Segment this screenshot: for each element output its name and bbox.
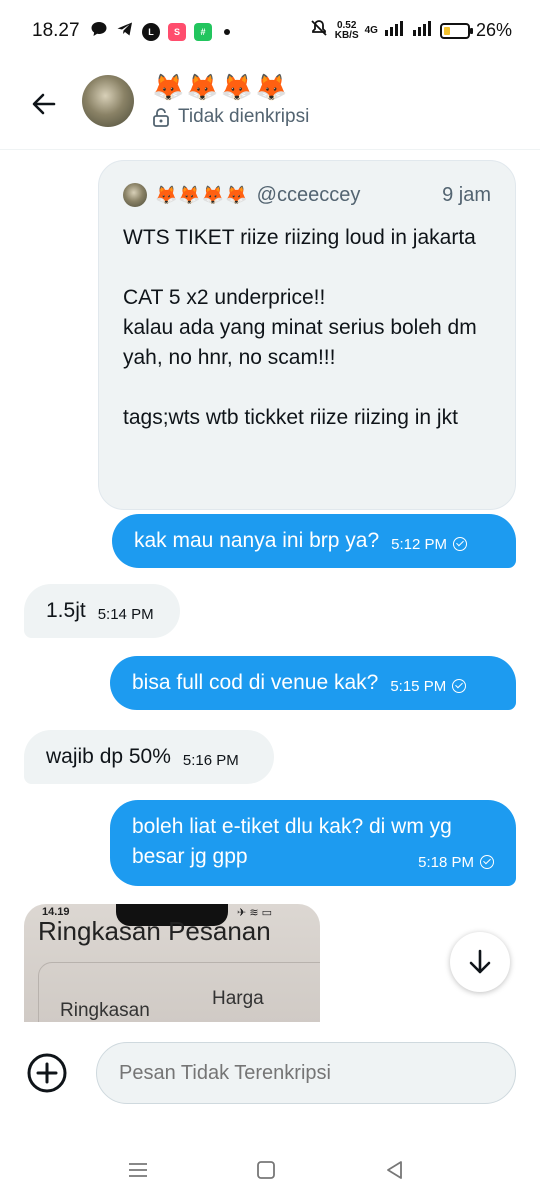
quoted-tweet-avatar [123, 183, 147, 207]
message-list[interactable]: 🦊🦊🦊🦊 @cceeccey 9 jam WTS TIKET riize rii… [0, 150, 540, 1022]
quoted-tweet-name: 🦊🦊🦊🦊 [155, 184, 249, 205]
image-attachment[interactable]: 14.19 ✈ ≋ ▭ Ringkasan Pesanan Harga Ring… [24, 904, 320, 1022]
message-time: 5:12 PM [391, 534, 468, 556]
battery-icon [439, 22, 473, 39]
message-time-value: 5:12 PM [391, 536, 448, 553]
network-type: 4G [364, 24, 378, 36]
recent-apps-button[interactable] [122, 1154, 154, 1186]
quoted-tweet-text: WTS TIKET riize riizing loud in jakarta … [123, 226, 477, 429]
status-indicators: 0.52 KB/S 4G 26% [309, 18, 512, 43]
shop-app-icon: S [168, 22, 186, 41]
message-bubble[interactable]: wajib dp 50% 5:16 PM [24, 730, 274, 784]
back-button[interactable] [24, 84, 64, 124]
encryption-label: Tidak dienkripsi [178, 106, 310, 127]
home-button[interactable] [250, 1154, 282, 1186]
status-bar: 18.27 L S # 0.52 KB/S 4G 26% [0, 0, 540, 62]
telegram-icon [116, 20, 134, 43]
message-text: boleh liat e-tiket dlu kak? di wm yg bes… [132, 815, 452, 868]
image-right-label: Harga [212, 988, 264, 1009]
arrow-down-icon [469, 949, 491, 974]
message-text: bisa full cod di venue kak? [132, 671, 379, 694]
image-left-label: Ringkasan [60, 1000, 150, 1021]
sent-check-icon [452, 679, 467, 693]
network-speed-unit: KB/S [334, 29, 359, 41]
more-notifications-icon [224, 28, 230, 35]
quoted-tweet-handle: @cceeccey [256, 183, 361, 206]
triangle-back-icon [387, 1161, 402, 1179]
signal-icon-2 [412, 20, 434, 41]
scroll-to-bottom-button[interactable] [450, 932, 510, 992]
message-time: 5:18 PM [418, 852, 494, 874]
message-text: 1.5jt [46, 599, 86, 622]
message-text: wajib dp 50% [46, 745, 171, 768]
image-title: Ringkasan Pesanan [38, 916, 271, 946]
quoted-tweet-time: 9 jam [442, 183, 491, 206]
message-time-value: 5:15 PM [390, 678, 447, 695]
home-square-icon [257, 1161, 275, 1179]
message-text: kak mau nanya ini brp ya? [134, 529, 380, 552]
avatar[interactable] [82, 75, 134, 127]
mute-icon [309, 18, 329, 43]
message-bubble[interactable]: bisa full cod di venue kak? 5:15 PM [110, 656, 516, 710]
contact-name[interactable]: 🦊🦊🦊🦊 [152, 72, 290, 103]
battery-fill [443, 26, 450, 35]
message-composer [0, 1022, 540, 1122]
back-arrow-icon [32, 93, 56, 115]
battery-percent: 26% [475, 20, 512, 40]
encryption-status: Tidak dienkripsi [152, 106, 309, 128]
message-bubble[interactable]: 1.5jt 5:14 PM [24, 584, 180, 638]
notification-icons: L S # [90, 20, 230, 43]
quoted-tweet-header: 🦊🦊🦊🦊 @cceeccey 9 jam [123, 183, 491, 207]
plus-circle-icon [27, 1053, 67, 1093]
network-speed: 0.52 KB/S [334, 20, 359, 41]
unlock-icon [153, 108, 169, 127]
message-time: 5:16 PM [182, 752, 239, 769]
add-media-button[interactable] [26, 1052, 68, 1094]
sent-check-icon [453, 537, 468, 551]
system-back-button[interactable] [378, 1154, 410, 1186]
line-icon: L [142, 22, 160, 41]
conversation-header: 🦊🦊🦊🦊 Tidak dienkripsi [0, 62, 540, 150]
message-time: 5:14 PM [97, 606, 154, 623]
quoted-tweet[interactable]: 🦊🦊🦊🦊 @cceeccey 9 jam WTS TIKET riize rii… [98, 160, 516, 510]
chat-bubble-icon [90, 20, 108, 43]
status-time: 18.27 [32, 20, 80, 41]
menu-icon [129, 1163, 147, 1177]
message-input[interactable] [96, 1042, 516, 1104]
system-navigation-bar [0, 1140, 540, 1200]
sent-check-icon [480, 855, 494, 869]
message-bubble[interactable]: boleh liat e-tiket dlu kak? di wm yg bes… [110, 800, 516, 886]
messenger-app-icon: # [194, 22, 212, 41]
message-time: 5:15 PM [390, 676, 467, 698]
message-bubble[interactable]: kak mau nanya ini brp ya? 5:12 PM [112, 514, 516, 568]
signal-icon [384, 20, 406, 41]
message-time-value: 5:18 PM [418, 854, 474, 871]
